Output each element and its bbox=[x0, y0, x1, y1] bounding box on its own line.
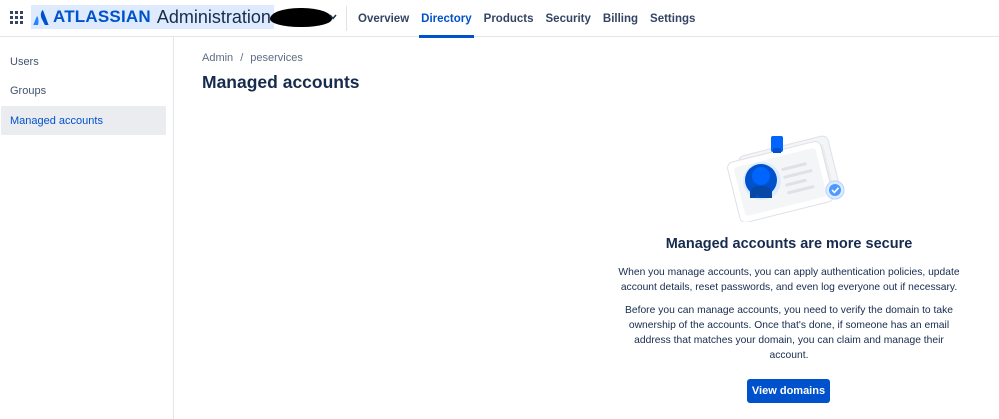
redacted-organization-name bbox=[270, 8, 332, 27]
nav-security[interactable]: Security bbox=[540, 0, 597, 37]
view-domains-button[interactable]: View domains bbox=[747, 379, 830, 403]
empty-state-title: Managed accounts are more secure bbox=[665, 236, 913, 252]
instructions-line: address that matches your domain, you ca… bbox=[634, 335, 944, 346]
atlassian-admin-logo[interactable]: ATLASSIAN Administration bbox=[31, 5, 274, 29]
description-line: When you manage accounts, you can apply … bbox=[618, 267, 960, 278]
instructions-line: account. bbox=[769, 350, 809, 361]
instructions-line: ownership of the accounts. Once that's d… bbox=[628, 320, 950, 331]
page-title: Managed accounts bbox=[202, 72, 360, 92]
brand-name: ATLASSIAN bbox=[53, 7, 151, 26]
organization-switcher[interactable] bbox=[270, 6, 340, 30]
nav-overview[interactable]: Overview bbox=[352, 0, 415, 37]
empty-state-description: When you manage accounts, you can apply … bbox=[606, 265, 972, 295]
nav-divider bbox=[346, 6, 347, 31]
sidebar-item-users[interactable]: Users bbox=[1, 47, 166, 76]
grid-icon[interactable] bbox=[9, 10, 25, 26]
breadcrumb: Admin / peservices bbox=[202, 52, 303, 64]
nav-products[interactable]: Products bbox=[478, 0, 540, 37]
breadcrumb-org[interactable]: peservices bbox=[250, 52, 303, 64]
nav-directory[interactable]: Directory bbox=[415, 0, 478, 38]
nav-settings[interactable]: Settings bbox=[644, 0, 701, 37]
chevron-down-icon bbox=[329, 12, 337, 22]
sidebar: Users Groups Managed accounts bbox=[0, 37, 174, 419]
instructions-line: Before you can manage accounts, you need… bbox=[625, 305, 953, 316]
breadcrumb-admin[interactable]: Admin bbox=[202, 52, 233, 64]
nav-billing[interactable]: Billing bbox=[597, 0, 644, 37]
atlassian-logo-icon bbox=[33, 9, 49, 25]
id-card-illustration bbox=[724, 132, 854, 223]
top-navigation-bar: ATLASSIAN Administration Overview Direct… bbox=[0, 0, 999, 38]
description-line: account details, reset passwords, and ev… bbox=[620, 282, 958, 293]
product-name: Administration bbox=[156, 6, 271, 27]
primary-nav: Overview Directory Products Security Bil… bbox=[352, 0, 701, 38]
sidebar-item-managed-accounts[interactable]: Managed accounts bbox=[1, 106, 166, 135]
empty-state-instructions: Before you can manage accounts, you need… bbox=[606, 303, 972, 363]
breadcrumb-separator: / bbox=[240, 52, 244, 64]
sidebar-item-groups[interactable]: Groups bbox=[1, 76, 166, 105]
